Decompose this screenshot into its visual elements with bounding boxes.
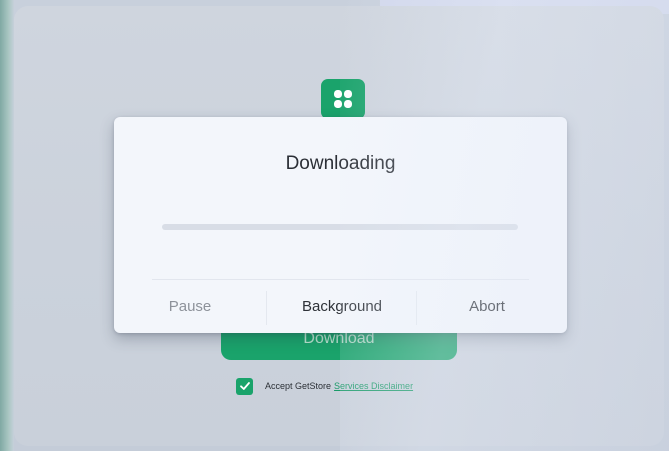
dialog-title: Downloading bbox=[285, 153, 396, 174]
clover-icon bbox=[334, 90, 352, 108]
accept-disclaimer-row: Accept GetStore Services Disclaimer bbox=[236, 376, 413, 396]
pause-button[interactable]: Pause bbox=[142, 298, 238, 315]
dialog-divider bbox=[152, 279, 529, 280]
download-progress-bar bbox=[162, 224, 518, 230]
dialog-actions: Pause Background Abort bbox=[114, 285, 567, 331]
services-disclaimer-link[interactable]: Services Disclaimer bbox=[334, 381, 413, 391]
abort-button[interactable]: Abort bbox=[444, 298, 530, 315]
accept-checkbox[interactable] bbox=[236, 377, 253, 395]
downloading-dialog: Downloading Pause Background Abort bbox=[114, 117, 567, 333]
app-icon bbox=[321, 79, 365, 119]
tv-bezel bbox=[0, 0, 14, 451]
background-button[interactable]: Background bbox=[286, 298, 398, 315]
action-separator bbox=[416, 291, 417, 325]
action-separator bbox=[266, 291, 267, 325]
checkmark-icon bbox=[239, 382, 250, 390]
accept-text: Accept GetStore bbox=[265, 381, 332, 391]
